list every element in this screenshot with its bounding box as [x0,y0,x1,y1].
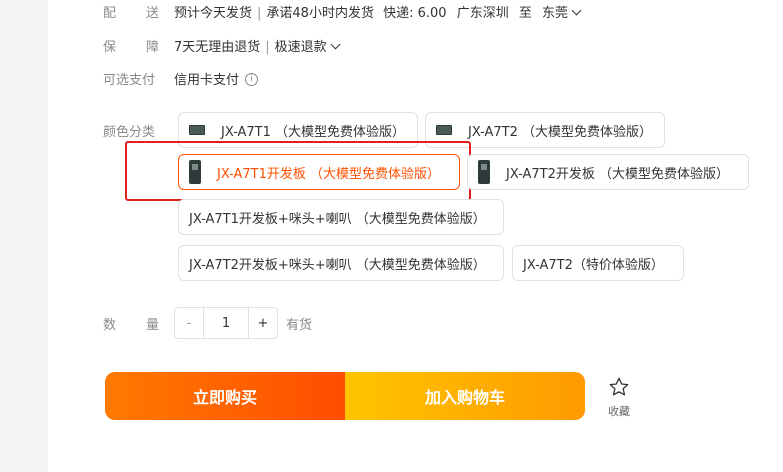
delivery-destination: 东莞 [542,6,569,21]
delivery-from: 广东深圳 [456,6,509,21]
add-to-cart-button[interactable]: 加入购物车 [345,372,585,420]
chevron-down-icon [571,5,582,16]
delivery-promise: 承诺48小时内发货 [266,6,374,21]
color-option-jx-a7t2-board-mic-speaker[interactable]: JX-A7T2开发板+咪头+喇叭 （大模型免费体验版） [178,245,504,281]
delivery-label: 配送 [103,6,159,21]
delivery-destination-select[interactable]: 东莞 [542,5,582,21]
payment-method: 信用卡支付 [174,73,240,88]
delivery-fee: 快递: 6.00 [383,6,447,21]
guarantee-label: 保障 [103,40,159,55]
product-thumbnail-icon [436,125,452,135]
color-option-label: JX-A7T2 （大模型免费体验版） [468,124,653,140]
buy-now-button[interactable]: 立即购买 [105,372,345,420]
guarantee-refund: 极速退款 [274,40,327,55]
quantity-input[interactable]: 1 [204,307,248,339]
quantity-decrease-button[interactable]: - [174,307,204,339]
color-option-jx-a7t2-special[interactable]: JX-A7T2（特价体验版） [512,245,684,281]
color-option-label: JX-A7T2（特价体验版） [523,257,664,273]
guarantee-refund-toggle[interactable]: 极速退款 [274,39,341,55]
favorite-button[interactable]: 收藏 [603,376,635,419]
color-label: 颜色分类 [103,125,156,140]
delivery-to-word: 至 [518,6,532,21]
color-option-label: JX-A7T1开发板+咪头+喇叭 （大模型免费体验版） [189,211,486,227]
quantity-stepper: - 1 + [174,307,278,339]
purchase-actions: 立即购买 加入购物车 [105,372,585,420]
delivery-info: 预计今天发货 | 承诺48小时内发货 快递: 6.00 广东深圳 至 东莞 [174,2,582,21]
guarantee-separator: | [265,40,270,55]
favorite-label: 收藏 [608,405,630,418]
product-thumbnail-icon [189,125,205,135]
guarantee-info: 7天无理由退货 | 极速退款 [174,36,341,55]
payment-label: 可选支付 [103,73,156,88]
color-option-label: JX-A7T2开发板 （大模型免费体验版） [506,166,730,182]
info-icon[interactable]: i [245,73,259,86]
color-option-jx-a7t1-board-mic-speaker[interactable]: JX-A7T1开发板+咪头+喇叭 （大模型免费体验版） [178,199,504,235]
delivery-estimate: 预计今天发货 [174,6,253,21]
quantity-label: 数量 [103,318,159,333]
color-option-label: JX-A7T1 （大模型免费体验版） [221,124,406,140]
color-option-label: JX-A7T2开发板+咪头+喇叭 （大模型免费体验版） [189,257,486,273]
quantity-increase-button[interactable]: + [248,307,278,339]
payment-info: 信用卡支付 i [174,69,259,88]
color-option-jx-a7t2-board[interactable]: JX-A7T2开发板 （大模型免费体验版） [467,154,749,190]
delivery-separator: | [257,6,262,21]
left-sidebar-strip [0,0,48,472]
stock-status: 有货 [286,318,313,333]
star-icon [609,377,629,396]
board-thumbnail-icon [478,160,490,184]
guarantee-return: 7天无理由退货 [174,40,261,55]
chevron-down-icon [330,39,341,50]
selection-highlight-box [125,141,471,201]
